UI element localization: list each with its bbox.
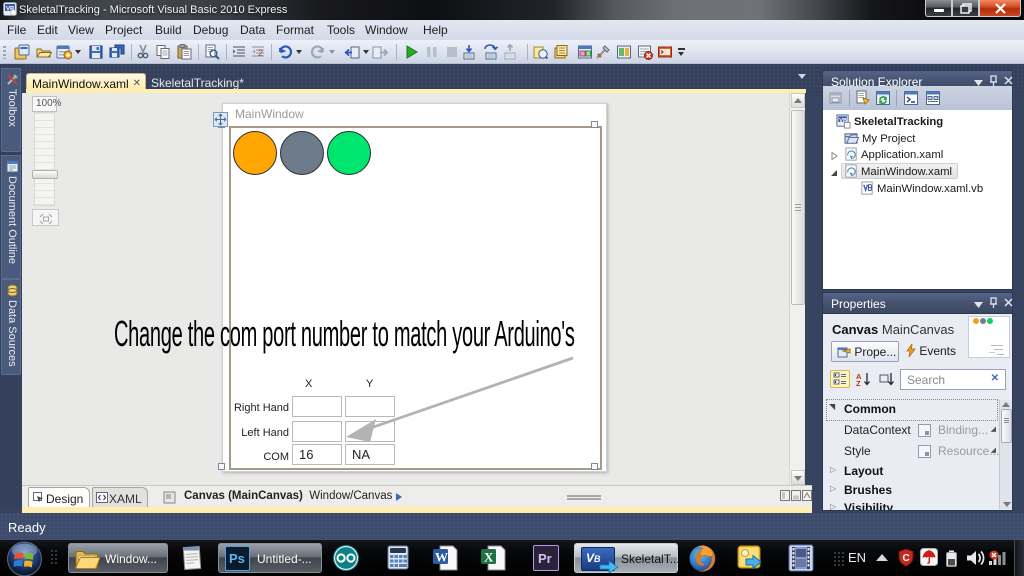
svg-text:Z: Z — [856, 379, 861, 386]
svg-text:W: W — [435, 550, 448, 565]
svg-text:2: 2 — [258, 48, 263, 58]
svg-text:C: C — [903, 553, 910, 564]
svg-text:X: X — [484, 550, 494, 565]
